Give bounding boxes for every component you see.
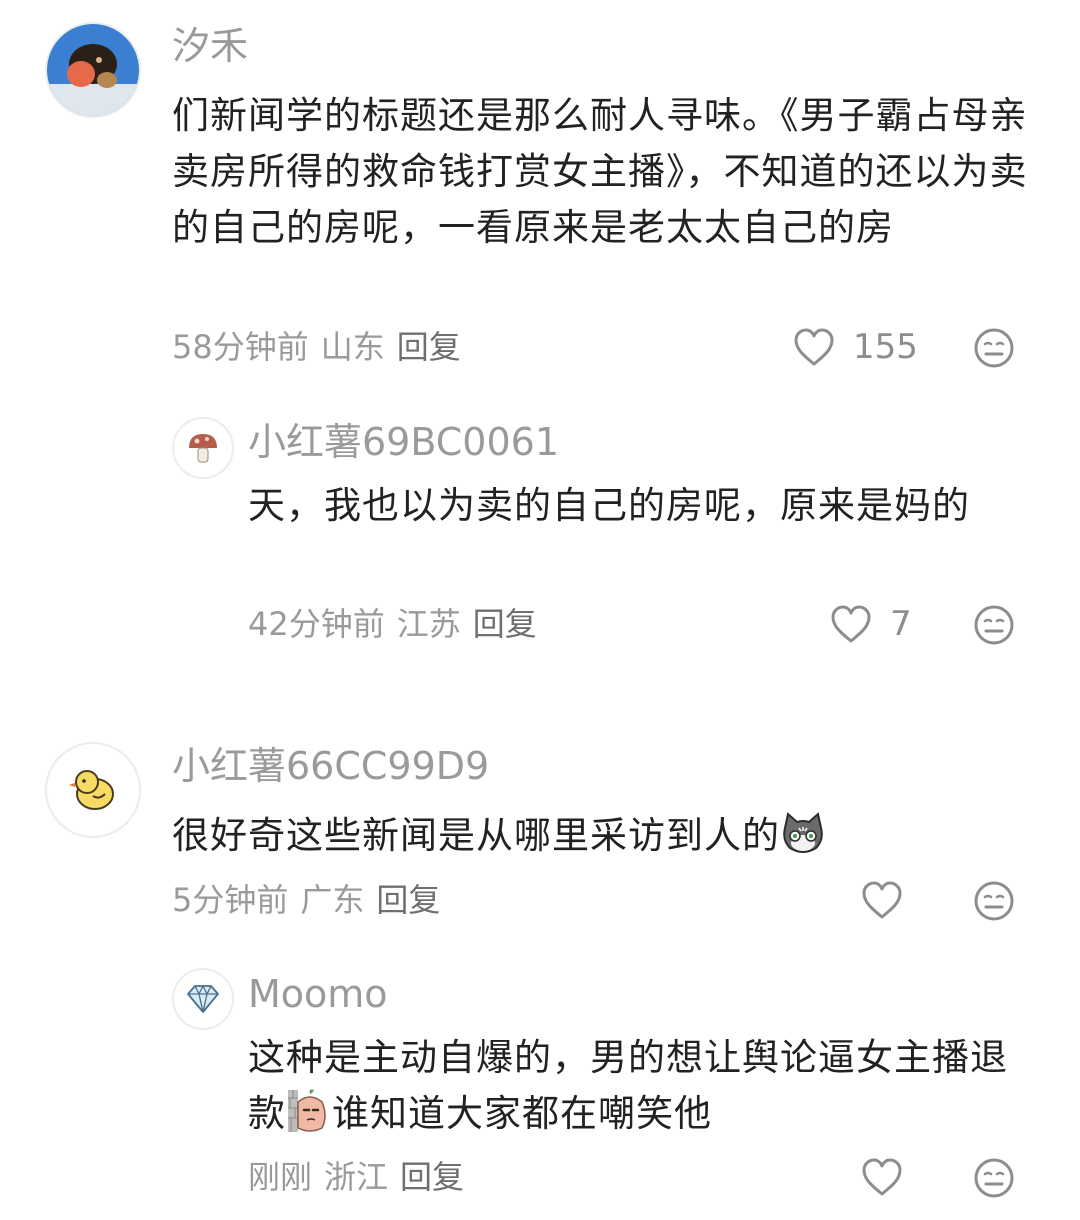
comment-text: 们新闻学的标题还是那么耐人寻味。《男子霸占母亲卖房所得的救命钱打赏女主播》，不知… <box>172 94 1028 249</box>
comment-meta: 42分钟前 江苏 回复 <box>248 604 549 644</box>
comment-location: 广东 <box>300 881 365 919</box>
heart-outline-icon <box>862 1158 902 1196</box>
comment-time: 42分钟前 <box>248 605 385 643</box>
reply-button[interactable]: 回复 <box>397 328 461 366</box>
comment-text: 这种是主动自爆的，男的想让舆论逼女主播退款 谁知道大家都在嘲笑他 <box>248 1030 1018 1142</box>
reply-button[interactable]: 回复 <box>400 1158 464 1196</box>
commenter-name[interactable]: 汐禾 <box>172 22 248 70</box>
comment-location: 江苏 <box>396 605 461 643</box>
comment-time: 58分钟前 <box>172 328 309 366</box>
reply-button[interactable]: 回复 <box>376 881 440 919</box>
dog-with-peach-avatar[interactable] <box>45 22 141 118</box>
comment-text: 天，我也以为卖的自己的房呢，原来是妈的 <box>248 484 970 527</box>
like-count: 7 <box>890 604 912 644</box>
comment-time: 5分钟前 <box>172 881 289 919</box>
like-button[interactable]: 155 <box>793 327 918 367</box>
diamond-avatar[interactable] <box>172 968 234 1030</box>
mushroom-avatar[interactable] <box>172 417 234 479</box>
comment-meta: 刚刚 浙江 回复 <box>248 1157 476 1197</box>
comment-text-content: 很好奇这些新闻是从哪里采访到人的 <box>172 814 780 857</box>
comment-text-content: 谁知道大家都在嘲笑他 <box>332 1092 712 1135</box>
like-button[interactable]: 7 <box>830 604 912 644</box>
peeking-potato-emoji <box>288 1089 326 1132</box>
meh-face-icon[interactable] <box>973 604 1015 646</box>
chick-avatar[interactable] <box>45 742 141 838</box>
heart-outline-icon <box>794 328 834 366</box>
comment-meta: 5分钟前 广东 回复 <box>172 880 452 920</box>
heart-outline-icon <box>862 881 902 919</box>
like-button[interactable] <box>861 1157 921 1197</box>
meh-face-icon[interactable] <box>973 880 1015 922</box>
cat-face-emoji <box>783 812 823 853</box>
comment-meta: 58分钟前 山东 回复 <box>172 327 473 367</box>
comment-location: 山东 <box>320 328 385 366</box>
comment-text: 很好奇这些新闻是从哪里采访到人的 <box>172 808 1032 864</box>
like-button[interactable] <box>861 880 921 920</box>
commenter-name[interactable]: 小红薯69BC0061 <box>248 418 559 466</box>
comment-time: 刚刚 <box>248 1158 313 1196</box>
reply-button[interactable]: 回复 <box>473 605 537 643</box>
heart-outline-icon <box>831 605 871 643</box>
meh-face-icon[interactable] <box>973 1157 1015 1199</box>
meh-face-icon[interactable] <box>973 327 1015 369</box>
commenter-name[interactable]: Moomo <box>248 970 388 1018</box>
comment-location: 浙江 <box>324 1158 389 1196</box>
commenter-name[interactable]: 小红薯66CC99D9 <box>172 742 489 790</box>
like-count: 155 <box>853 327 918 367</box>
